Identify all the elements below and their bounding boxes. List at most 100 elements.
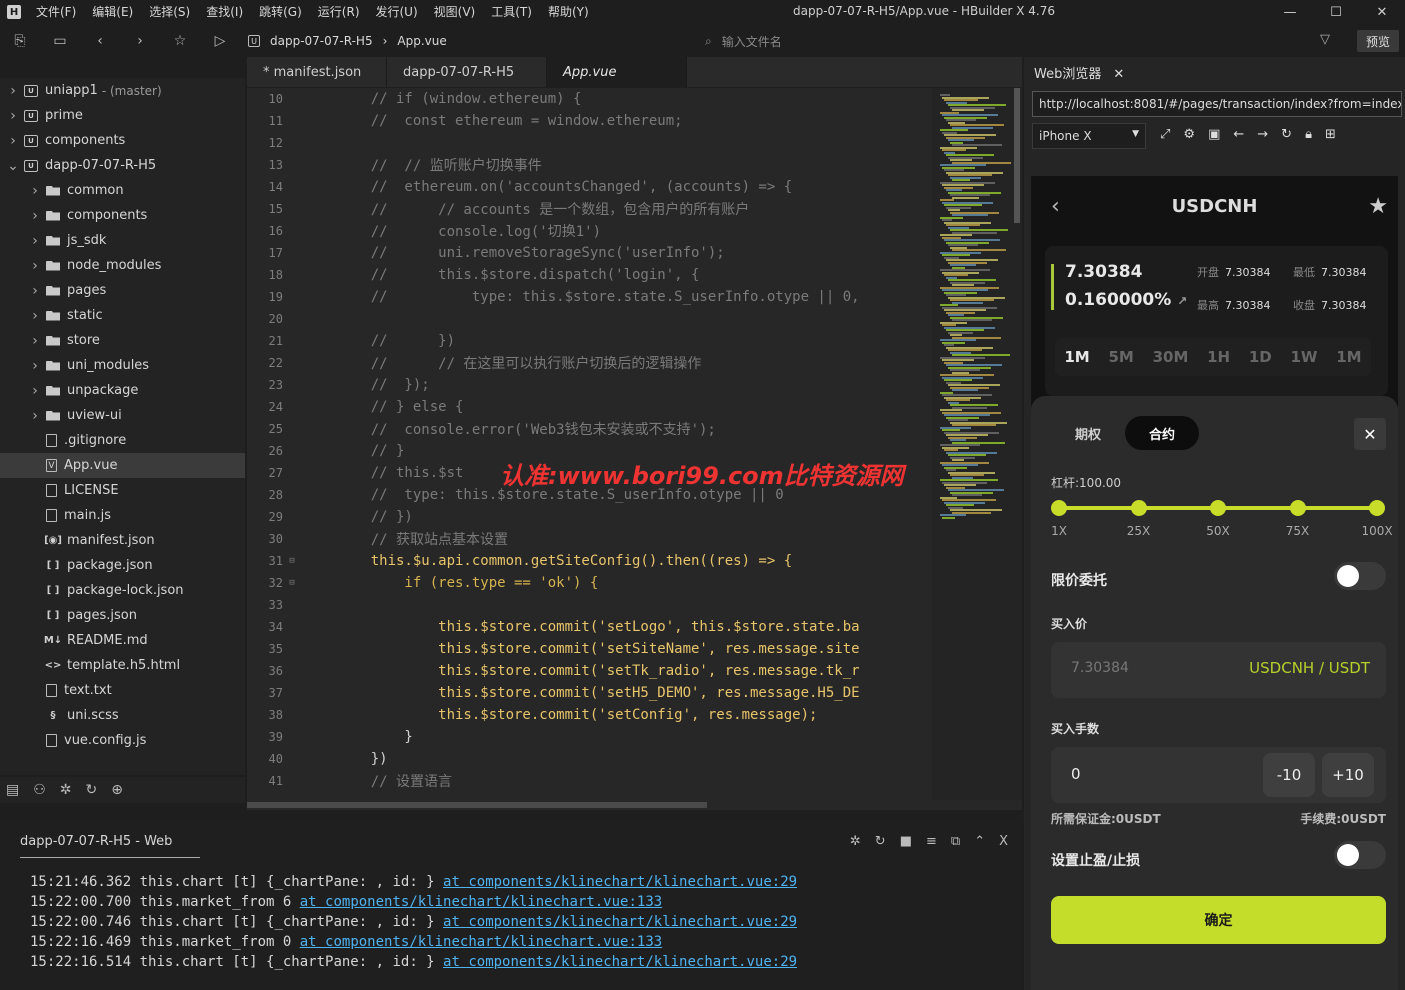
period-tab[interactable]: 1W	[1290, 348, 1317, 366]
tree-item[interactable]: › pages	[0, 278, 245, 303]
tree-item[interactable]: V App.vue	[0, 453, 245, 478]
tree-item[interactable]: › uni_modules	[0, 353, 245, 378]
debug-icon[interactable]: ✲	[60, 782, 72, 798]
plus-10-button[interactable]: +10	[1322, 753, 1374, 797]
period-tab[interactable]: 1M	[1064, 348, 1089, 366]
menu-item[interactable]: 编辑(E)	[84, 0, 141, 24]
preview-button[interactable]: 预览	[1357, 30, 1399, 52]
minimize-icon[interactable]: —	[1267, 0, 1313, 24]
tree-item[interactable]: [ ] package.json	[0, 553, 245, 578]
save-icon[interactable]: ▭	[40, 26, 80, 56]
editor-tab[interactable]: dapp-07-07-R-H5	[387, 57, 547, 87]
period-tab[interactable]: 1D	[1249, 348, 1272, 366]
period-tab[interactable]: 30M	[1153, 348, 1189, 366]
tree-item[interactable]: ⌄ Udapp-07-07-R-H5	[0, 153, 245, 178]
favorite-star-icon[interactable]: ★	[1368, 194, 1388, 219]
minimap[interactable]	[932, 88, 1022, 800]
tree-item[interactable]: › Uuniapp1- (master)	[0, 78, 245, 103]
quantity-input[interactable]: 0	[1071, 765, 1081, 783]
debug-bug-icon[interactable]: ✲	[850, 834, 861, 849]
browser-icon[interactable]: ⊕	[111, 782, 123, 798]
minus-10-button[interactable]: -10	[1263, 753, 1315, 797]
editor-tab[interactable]: App.vue	[547, 57, 687, 87]
lock-icon[interactable]: 🔒︎	[1305, 127, 1312, 142]
console-source-link[interactable]: at components/klinechart/klinechart.vue:…	[300, 934, 662, 950]
limit-order-toggle[interactable]	[1334, 562, 1386, 590]
devtools-icon[interactable]: ▣	[1208, 127, 1220, 142]
tree-item[interactable]: .gitignore	[0, 428, 245, 453]
leverage-slider[interactable]	[1051, 500, 1385, 516]
segment-options[interactable]: 期权	[1051, 416, 1125, 450]
menu-item[interactable]: 运行(R)	[310, 0, 368, 24]
tree-item[interactable]: › js_sdk	[0, 228, 245, 253]
period-tab[interactable]: 1H	[1207, 348, 1230, 366]
close-window-icon[interactable]: ✕	[1359, 0, 1405, 24]
browser-tab[interactable]: Web浏览器 ✕	[1034, 63, 1124, 82]
back-icon[interactable]: ‹	[80, 26, 120, 56]
console-source-link[interactable]: at components/klinechart/klinechart.vue:…	[443, 954, 797, 970]
console-tab[interactable]: dapp-07-07-R-H5 - Web	[20, 834, 200, 858]
forward-arrow-icon[interactable]: →	[1257, 127, 1268, 142]
menu-item[interactable]: 工具(T)	[483, 0, 540, 24]
open-external-icon[interactable]: ⧉	[951, 834, 960, 849]
console-source-link[interactable]: at components/klinechart/klinechart.vue:…	[443, 914, 797, 930]
period-tab[interactable]: 5M	[1108, 348, 1133, 366]
tree-item[interactable]: [ ] pages.json	[0, 603, 245, 628]
menu-item[interactable]: 跳转(G)	[251, 0, 310, 24]
menu-item[interactable]: 选择(S)	[141, 0, 198, 24]
tree-item[interactable]: M↓ README.md	[0, 628, 245, 653]
git-icon[interactable]: ↻	[86, 782, 98, 798]
tree-item[interactable]: › uview-ui	[0, 403, 245, 428]
code-editor[interactable]: 10 // if (window.ethereum) {11 // const …	[247, 88, 932, 800]
file-search-placeholder[interactable]: 输入文件名	[722, 33, 782, 50]
confirm-button[interactable]: 确定	[1051, 896, 1386, 944]
tree-item[interactable]: › store	[0, 328, 245, 353]
editor-tab[interactable]: * manifest.json	[247, 57, 387, 87]
close-tab-icon[interactable]: ✕	[1113, 67, 1124, 82]
device-select[interactable]: iPhone X ▼	[1032, 123, 1146, 149]
url-bar[interactable]: http://localhost:8081/#/pages/transactio…	[1032, 91, 1402, 117]
menu-item[interactable]: 视图(V)	[426, 0, 484, 24]
tp-sl-toggle[interactable]	[1334, 841, 1386, 869]
slider-stop[interactable]	[1369, 500, 1385, 516]
menu-item[interactable]: 文件(F)	[28, 0, 84, 24]
tree-item[interactable]: <> template.h5.html	[0, 653, 245, 678]
minimap-scroll-thumb[interactable]	[1014, 88, 1020, 223]
buy-price-field[interactable]: 7.30384 USDCNH / USDT	[1051, 642, 1386, 698]
filter-icon[interactable]: ▽	[1320, 32, 1330, 47]
console-source-link[interactable]: at components/klinechart/klinechart.vue:…	[300, 894, 662, 910]
filter-log-icon[interactable]: ≡	[926, 834, 937, 849]
qrcode-icon[interactable]: ⊞	[1325, 127, 1336, 142]
fold-icon[interactable]: ⊟	[283, 556, 301, 566]
back-arrow-icon[interactable]: ←	[1233, 127, 1244, 142]
breadcrumb-file[interactable]: App.vue	[397, 34, 446, 48]
settings-gear-icon[interactable]: ⚙	[1183, 127, 1195, 142]
forward-icon[interactable]: ›	[120, 26, 160, 56]
breadcrumb-project[interactable]: dapp-07-07-R-H5	[270, 34, 373, 48]
refresh-icon[interactable]: ↻	[1281, 127, 1292, 142]
maximize-icon[interactable]: ☐	[1313, 0, 1359, 24]
menu-item[interactable]: 发行(U)	[368, 0, 426, 24]
console-source-link[interactable]: at components/klinechart/klinechart.vue:…	[443, 874, 797, 890]
tree-item[interactable]: › static	[0, 303, 245, 328]
close-sheet-icon[interactable]: ✕	[1354, 418, 1386, 450]
stop-icon[interactable]: ■	[900, 834, 912, 849]
restart-icon[interactable]: ↻	[875, 834, 886, 849]
tree-item[interactable]: › Uprime	[0, 103, 245, 128]
new-file-icon[interactable]: ⎘	[0, 26, 40, 56]
tree-item[interactable]: text.txt	[0, 678, 245, 703]
tree-item[interactable]: › node_modules	[0, 253, 245, 278]
menu-item[interactable]: 帮助(Y)	[540, 0, 597, 24]
plugin-icon[interactable]: ⚇	[33, 782, 46, 798]
segment-contract[interactable]: 合约	[1125, 416, 1200, 450]
collapse-up-icon[interactable]: ⌃	[974, 834, 985, 849]
period-tab[interactable]: 1M	[1336, 348, 1361, 366]
project-manager-icon[interactable]: ▤	[6, 782, 19, 798]
star-icon[interactable]: ☆	[160, 26, 200, 56]
scrollbar-thumb[interactable]	[247, 802, 707, 808]
tree-item[interactable]: § uni.scss	[0, 703, 245, 728]
horizontal-scrollbar[interactable]	[247, 800, 1022, 810]
slider-stop[interactable]	[1130, 500, 1147, 516]
tree-item[interactable]: [◉] manifest.json	[0, 528, 245, 553]
fold-icon[interactable]: ⊟	[283, 578, 301, 588]
